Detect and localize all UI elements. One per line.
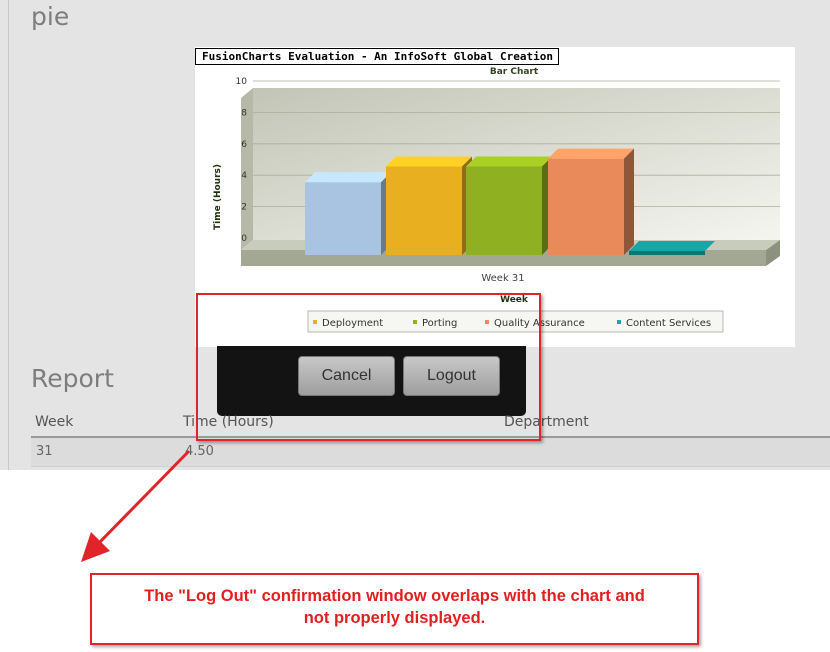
annotation-text: The "Log Out" confirmation window overla… [92, 585, 697, 629]
annotation-arrow [81, 450, 190, 562]
annotation-line-1: The "Log Out" confirmation window overla… [144, 587, 645, 605]
annotation-note: The "Log Out" confirmation window overla… [90, 573, 699, 645]
arrow-shaft [95, 450, 190, 547]
annotation-line-2: not properly displayed. [303, 609, 486, 627]
